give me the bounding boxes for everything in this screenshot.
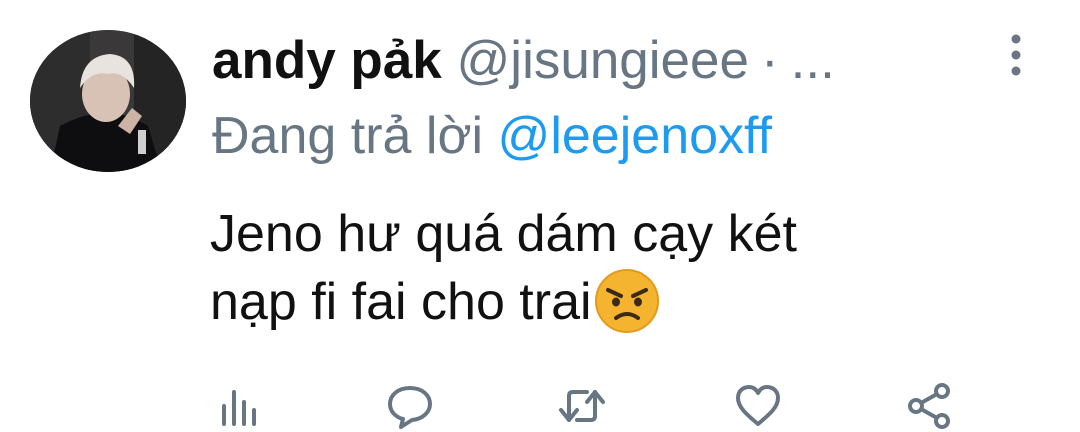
separator: · bbox=[760, 31, 779, 90]
tweet-header: andy pảk @jisungieee ·... bbox=[212, 26, 992, 96]
replying-to: Đang trả lời @leejenoxff bbox=[212, 104, 772, 168]
tweet-text-line-2: nạp fi fai cho trai bbox=[210, 268, 1010, 336]
mention-link[interactable]: @leejenoxff bbox=[498, 107, 772, 165]
user-handle[interactable]: @jisungieee bbox=[457, 31, 749, 90]
like-icon[interactable] bbox=[732, 380, 784, 432]
more-options-icon[interactable] bbox=[1004, 30, 1028, 80]
display-name[interactable]: andy pảk bbox=[212, 31, 442, 90]
tweet-text: Jeno hư quá dám cạy két nạp fi fai cho t… bbox=[210, 200, 1010, 336]
truncation-ellipsis: ... bbox=[790, 31, 835, 90]
avatar[interactable] bbox=[30, 30, 186, 172]
reply-icon[interactable] bbox=[384, 380, 436, 432]
retweet-icon[interactable] bbox=[556, 380, 608, 432]
tweet-text-line: Jeno hư quá dám cạy két bbox=[210, 205, 797, 263]
analytics-icon[interactable] bbox=[216, 380, 268, 432]
share-icon[interactable] bbox=[904, 380, 956, 432]
tweet-text-line: nạp fi fai cho trai bbox=[210, 273, 592, 331]
angry-face-emoji bbox=[594, 268, 660, 334]
replying-to-label: Đang trả lời bbox=[212, 107, 498, 165]
